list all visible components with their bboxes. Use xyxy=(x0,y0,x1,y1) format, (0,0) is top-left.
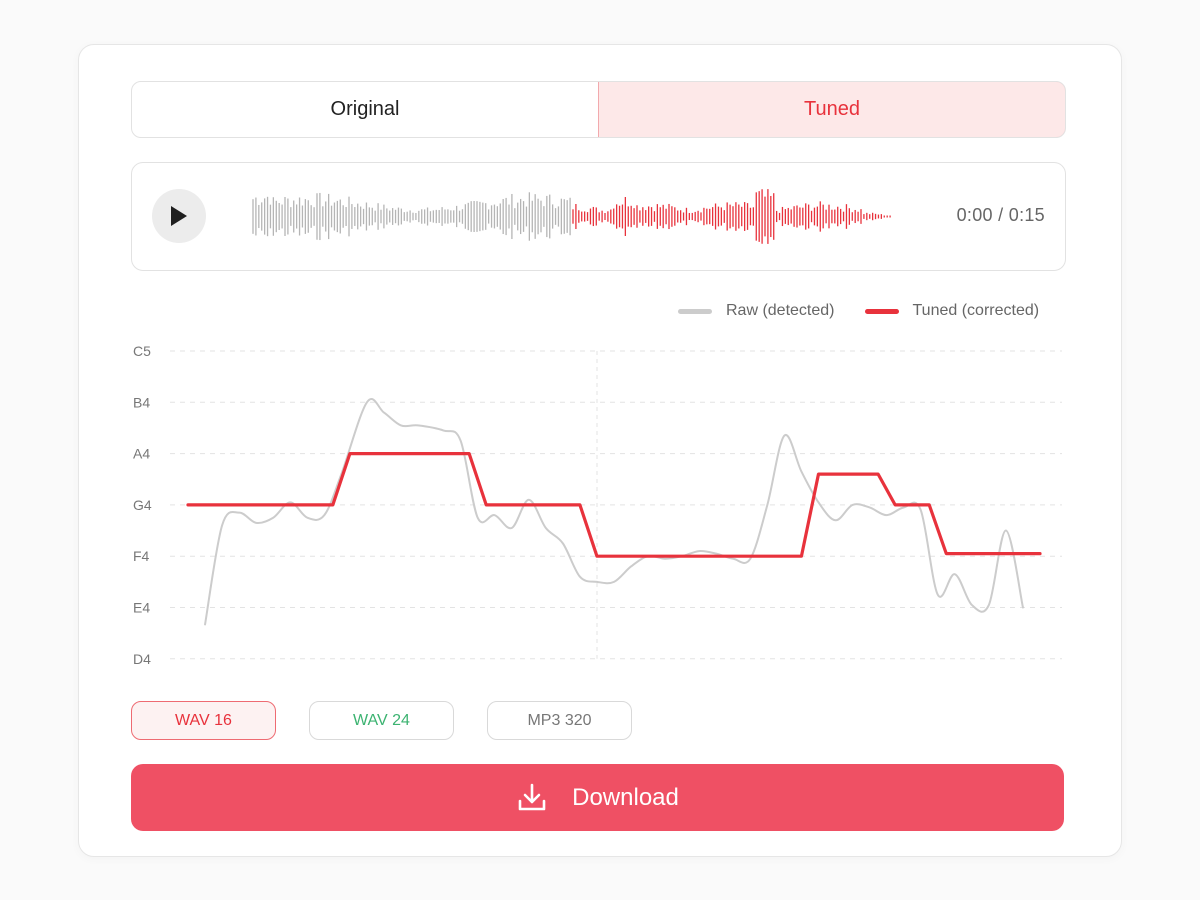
format-mp3-button[interactable]: MP3 320 xyxy=(487,701,632,740)
y-tick-label: G4 xyxy=(133,497,152,513)
waveform-scrubber[interactable] xyxy=(250,183,1030,250)
legend-tuned-label: Tuned (corrected) xyxy=(912,302,1040,319)
pitch-chart: C5 B4 A4 G4 F4 E4 D4 xyxy=(133,343,1062,667)
legend-raw: Raw (detected) xyxy=(678,302,835,320)
y-tick-label: B4 xyxy=(133,394,150,410)
format-selector: WAV 16 WAV 24 MP3 320 xyxy=(131,701,665,740)
legend-tuned: Tuned (corrected) xyxy=(864,302,1040,320)
format-wav16-button[interactable]: WAV 16 xyxy=(131,701,276,740)
format-wav24-button[interactable]: WAV 24 xyxy=(309,701,454,740)
legend-tuned-swatch xyxy=(864,308,899,314)
chart-legend: Raw (detected) Tuned (corrected) xyxy=(678,300,1039,322)
mode-toggle: Original Tuned xyxy=(131,81,1066,138)
audio-player: 0:00 / 0:15 xyxy=(131,162,1066,271)
download-button[interactable]: Download xyxy=(131,764,1064,831)
download-icon xyxy=(516,782,548,814)
play-button[interactable] xyxy=(152,189,206,243)
play-icon xyxy=(171,206,187,226)
y-tick-label: C5 xyxy=(133,343,151,359)
tab-original[interactable]: Original xyxy=(132,82,598,137)
legend-raw-label: Raw (detected) xyxy=(726,302,835,319)
raw-pitch-line xyxy=(204,398,1024,626)
y-tick-label: E4 xyxy=(133,600,150,616)
legend-raw-swatch xyxy=(678,308,712,314)
y-tick-label: F4 xyxy=(133,548,150,564)
download-label: Download xyxy=(572,783,679,811)
tab-tuned[interactable]: Tuned xyxy=(598,82,1065,137)
time-readout: 0:00 / 0:15 xyxy=(956,205,1045,225)
y-tick-label: A4 xyxy=(133,446,150,462)
y-tick-label: D4 xyxy=(133,651,151,667)
